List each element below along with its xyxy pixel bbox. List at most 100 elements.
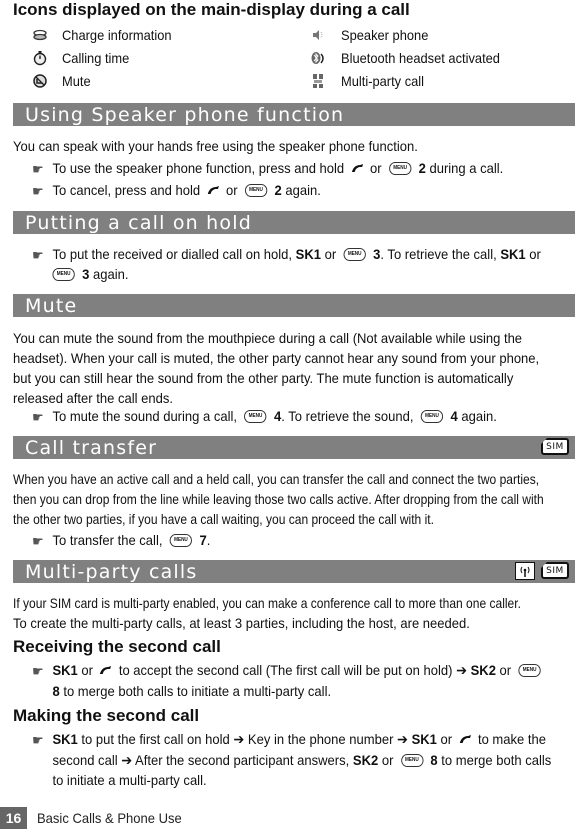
softkey-label: SK1 <box>411 731 437 747</box>
arrow-icon: ➔ <box>456 662 467 678</box>
legend-item: Bluetooth headset activated <box>306 47 514 69</box>
menu-key-icon: MENU <box>388 161 412 175</box>
pointing-hand-icon: ☛ <box>32 247 44 263</box>
bullet-text: . To retrieve the call, <box>380 246 497 262</box>
bullet-text: to accept the second call (The first cal… <box>118 662 453 678</box>
multi-party-icon <box>306 72 330 90</box>
legend-label: Calling time <box>62 50 130 66</box>
bullet-text: or <box>381 752 394 769</box>
bullet-text: To mute the sound during a call, <box>52 408 238 424</box>
pointing-hand-icon: ☛ <box>32 732 44 748</box>
bullet-text: to initiate a multi-party call. <box>52 772 207 789</box>
legend-item: Mute <box>28 70 93 92</box>
subheading-making: Making the second call <box>13 706 200 725</box>
bullet-item: ☛ To mute the sound during a call, MENU … <box>32 406 497 426</box>
bullet-text: or <box>499 662 512 678</box>
bullet-item: ☛ To cancel, press and hold or MENU 2 ag… <box>32 180 321 201</box>
menu-key-icon: MENU <box>518 663 541 677</box>
section-heading-text: Multi-party calls <box>25 560 198 583</box>
softkey-label: SK1 <box>295 246 321 262</box>
bullet-text: to put the first call on hold <box>81 731 230 747</box>
key-number: 8 <box>52 683 60 700</box>
transfer-description: When you have an active call and a held … <box>13 469 575 529</box>
softkey-label: SK2 <box>352 752 379 769</box>
subheading-receiving: Receiving the second call <box>13 637 221 656</box>
text-line: If your SIM card is multi-party enabled,… <box>13 595 521 611</box>
text-line: You can mute the sound from the mouthpie… <box>13 330 523 346</box>
page-title: Icons displayed on the main-display duri… <box>13 0 410 19</box>
bullet-item: ☛ To put the received or dialled call on… <box>32 244 569 284</box>
charge-info-icon <box>28 26 52 44</box>
menu-key-icon: MENU <box>420 409 444 423</box>
bullet-text: second call <box>52 752 118 769</box>
legend-label: Multi-party call <box>341 73 425 89</box>
menu-key-icon: MENU <box>343 247 366 261</box>
section-heading-transfer: Call transfer SIM <box>13 436 575 459</box>
section-heading-text: Putting a call on hold <box>25 211 252 234</box>
bullet-text: to merge both calls <box>441 752 552 769</box>
bullet-item: ☛ SK1 to put the first call on hold ➔ Ke… <box>32 729 569 790</box>
section-heading-mute: Mute <box>13 294 575 317</box>
text-line: To create the multi-party calls, at leas… <box>13 615 470 631</box>
bullet-item: ☛ SK1 or to accept the second call (The … <box>32 660 569 701</box>
bullet-text: . To retrieve the sound, <box>281 408 414 424</box>
legend-item: Charge information <box>28 24 181 46</box>
stopwatch-icon <box>28 49 52 67</box>
pointing-hand-icon: ☛ <box>32 663 44 679</box>
bullet-text: . <box>206 532 211 548</box>
menu-key-icon: MENU <box>244 183 268 197</box>
pointing-hand-icon: ☛ <box>32 533 44 549</box>
section-heading-hold: Putting a call on hold <box>13 211 575 234</box>
bullet-text: To transfer the call, <box>52 532 163 548</box>
send-key-icon <box>459 729 472 749</box>
chapter-title: Basic Calls & Phone Use <box>37 810 182 826</box>
legend-item: Speaker phone <box>306 24 436 46</box>
arrow-icon: ➔ <box>233 731 245 747</box>
menu-key-icon: MENU <box>52 267 75 281</box>
key-number: 8 <box>430 752 438 769</box>
text-line: the other two parties, if you have a cal… <box>13 511 434 527</box>
sim-dependent-icon: SIM <box>541 438 569 455</box>
mute-description: You can mute the sound from the mouthpie… <box>13 328 575 408</box>
section-heading-text: Mute <box>25 294 78 317</box>
send-key-icon <box>351 158 364 178</box>
page-number: 16 <box>0 807 27 829</box>
bullet-text: again. <box>285 182 321 198</box>
menu-key-icon: MENU <box>244 409 267 423</box>
bullet-text: during a call. <box>429 160 504 176</box>
key-number: 4 <box>274 408 282 424</box>
bullet-text: or <box>440 731 453 747</box>
network-dependent-icon <box>515 562 535 580</box>
bullet-text: or <box>324 246 337 262</box>
bullet-item: ☛ To transfer the call, MENU 7. <box>32 530 210 550</box>
legend-item: Multi-party call <box>306 70 431 92</box>
pointing-hand-icon: ☛ <box>32 161 44 177</box>
legend-label: Speaker phone <box>341 27 429 43</box>
text-line: then you can drop from the line while le… <box>13 491 544 507</box>
softkey-label: SK1 <box>500 246 526 262</box>
bullet-text: again. <box>461 408 497 424</box>
bullet-text: To use the speaker phone function, press… <box>52 160 345 176</box>
key-number: 2 <box>418 160 426 176</box>
multiparty-description: If your SIM card is multi-party enabled,… <box>13 593 575 633</box>
text-line: but you can still hear the sound from th… <box>13 370 514 386</box>
softkey-label: SK1 <box>52 731 78 747</box>
softkey-label: SK1 <box>52 662 78 678</box>
bullet-text: again. <box>92 266 129 282</box>
bullet-text: To cancel, press and hold <box>52 182 201 198</box>
bullet-text: to make the <box>477 731 546 747</box>
bluetooth-headset-icon <box>306 49 330 67</box>
pointing-hand-icon: ☛ <box>32 183 44 199</box>
speaker-icon <box>306 26 330 44</box>
arrow-icon: ➔ <box>397 731 408 747</box>
send-key-icon <box>99 660 112 680</box>
menu-key-icon: MENU <box>169 533 193 547</box>
page-footer: 16 Basic Calls & Phone Use <box>0 807 193 829</box>
menu-key-icon: MENU <box>400 754 424 768</box>
legend-item: Calling time <box>28 47 135 69</box>
softkey-label: SK2 <box>470 662 496 678</box>
send-key-icon <box>207 180 220 200</box>
key-number: 4 <box>450 408 458 424</box>
bullet-text: or <box>370 160 382 176</box>
manual-page: Icons displayed on the main-display duri… <box>0 0 575 829</box>
